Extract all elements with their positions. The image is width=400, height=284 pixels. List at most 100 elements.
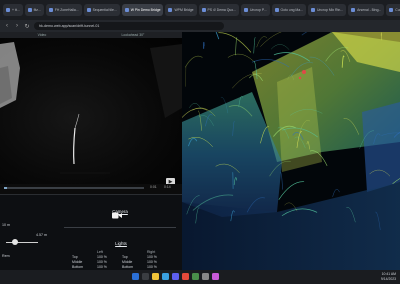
offset-label: 4.57 m: [36, 233, 47, 237]
point-strand: [332, 189, 340, 197]
browser-tab[interactable]: Uncrop P...: [240, 4, 270, 16]
light-position-label: Middle: [72, 259, 83, 264]
tunnel-point-cloud: [182, 32, 400, 270]
address-bar[interactable]: hk-demo.web.app/scan/drift-tunnel-01: [34, 22, 224, 30]
tab-label: WPM Bridge: [174, 8, 194, 12]
point-strand: [235, 37, 238, 56]
point-strand: [215, 32, 220, 40]
tab-favicon-icon: [201, 8, 206, 12]
browser-tab[interactable]: Arsenal - Bing...: [348, 4, 385, 16]
tab-favicon-icon: [168, 8, 173, 12]
app-icon[interactable]: [212, 273, 219, 280]
point-strand: [184, 55, 203, 68]
chrome-icon[interactable]: [182, 273, 189, 280]
light-position-label: Middle: [122, 259, 133, 264]
browser-tab[interactable]: fitz...: [24, 4, 44, 16]
section-divider: [64, 227, 176, 228]
lights-table: Left Right Top 100 % Top 100 % Middle 100 % Midd…: [72, 249, 172, 269]
distance-label: 10 m: [2, 223, 10, 227]
app-icon[interactable]: [192, 273, 199, 280]
tab-label: Cursor Insight...: [395, 8, 400, 12]
light-intensity-value[interactable]: 100 %: [147, 255, 172, 259]
light-intensity-value[interactable]: 100 %: [147, 265, 172, 269]
tab-label: W Pin Demo Bridge: [130, 8, 161, 12]
tab-label: Sequential tile...: [92, 8, 117, 12]
lights-section-title: Lights: [115, 241, 127, 246]
point-strand: [271, 44, 290, 50]
light-position-label: Bottom: [72, 264, 84, 269]
mode-label: Rem: [2, 254, 10, 258]
browser-tab[interactable]: FH ZoneHalla...: [45, 4, 82, 16]
teams-icon[interactable]: [172, 273, 179, 280]
reload-icon[interactable]: ↻: [24, 23, 30, 30]
tab-favicon-icon: [310, 8, 315, 12]
camera-header-left: Video: [37, 33, 47, 37]
lights-row: Top 100 % Top 100 %: [72, 254, 172, 259]
distance-block: 10 m 4.57 m Rem: [0, 199, 62, 269]
point-strand: [280, 172, 284, 190]
video-camera-icon[interactable]: [112, 212, 122, 219]
duration-time: 0:14: [164, 185, 171, 189]
back-icon[interactable]: ‹: [4, 23, 10, 29]
video-scrubber[interactable]: 0:01 0:14: [0, 184, 182, 194]
tab-label: PS 4! Dema Quo...: [207, 8, 236, 12]
tab-favicon-icon: [48, 8, 53, 12]
browser-tab[interactable]: W Pin Demo Bridge: [121, 4, 164, 16]
scan-marker[interactable]: [302, 70, 306, 74]
point-strand: [301, 32, 332, 36]
light-intensity-value[interactable]: 100 %: [97, 265, 122, 269]
light-intensity-value[interactable]: 100 %: [147, 260, 172, 264]
os-taskbar: 10:41 AM 9/14/2023: [0, 270, 400, 284]
tab-favicon-icon: [274, 8, 279, 12]
clock-time: 10:41 AM: [381, 272, 396, 276]
browser-tab[interactable]: Cursor Insight...: [386, 4, 400, 16]
browser-tab[interactable]: Uncrop Mix Rtn...: [307, 4, 347, 16]
browser-tab-strip: + tt... fitz... FH ZoneHalla... Sequential …: [0, 0, 400, 20]
tab-favicon-icon: [124, 8, 129, 12]
browser-tab[interactable]: Goto ung Ma...: [271, 4, 306, 16]
system-tray-clock[interactable]: 10:41 AM 9/14/2023: [381, 272, 396, 281]
scrubber-track[interactable]: [4, 187, 144, 189]
elapsed-time: 0:01: [150, 185, 157, 189]
app-icon[interactable]: [202, 273, 209, 280]
search-icon[interactable]: [142, 273, 149, 280]
light-intensity-value[interactable]: 100 %: [97, 260, 122, 264]
start-icon[interactable]: [132, 273, 139, 280]
browser-toolbar: ‹ › ↻ hk-demo.web.app/scan/drift-tunnel-…: [0, 20, 400, 32]
clock-date: 9/14/2023: [380, 276, 396, 281]
browser-tab[interactable]: WPM Bridge: [165, 4, 197, 16]
browser-tab[interactable]: Sequential tile...: [83, 4, 120, 16]
browser-tab[interactable]: + tt...: [3, 4, 23, 16]
tab-favicon-icon: [6, 8, 10, 12]
tab-label: Arsenal - Bing...: [357, 8, 382, 12]
tab-label: FH ZoneHalla...: [54, 8, 79, 12]
light-intensity-value[interactable]: 100 %: [97, 255, 122, 259]
control-panel: 10 m 4.57 m Rem Camera Lights Left Right T…: [0, 194, 182, 270]
tab-favicon-icon: [243, 8, 248, 12]
point-strand: [253, 37, 256, 54]
browser-tab[interactable]: PS 4! Dema Quo...: [198, 4, 239, 16]
file-explorer-icon[interactable]: [152, 273, 159, 280]
point-cloud-view[interactable]: [182, 32, 400, 270]
camera-header-right: Lookahead 30°: [121, 33, 145, 37]
forward-icon[interactable]: ›: [14, 23, 20, 29]
light-position-label: Bottom: [122, 264, 134, 269]
lights-header-cell: Left: [97, 249, 103, 254]
tab-label: Uncrop Mix Rtn...: [316, 8, 344, 12]
tab-favicon-icon: [86, 8, 91, 12]
light-position-label: Top: [72, 254, 78, 259]
camera-video[interactable]: [0, 38, 182, 184]
tab-label: Uncrop P...: [249, 8, 267, 12]
lights-row: Middle 100 % Middle 100 %: [72, 259, 172, 264]
point-strand: [260, 32, 282, 47]
tab-label: Goto ung Ma...: [280, 8, 303, 12]
tunnel-camera-image: [0, 42, 182, 174]
scan-marker[interactable]: [298, 76, 302, 80]
point-strand: [218, 32, 252, 53]
point-strand: [227, 53, 254, 62]
distance-slider-handle[interactable]: [12, 239, 18, 245]
edge-icon[interactable]: [162, 273, 169, 280]
light-position-label: Top: [122, 254, 128, 259]
scrubber-progress: [4, 187, 7, 189]
distance-slider[interactable]: [6, 242, 38, 243]
